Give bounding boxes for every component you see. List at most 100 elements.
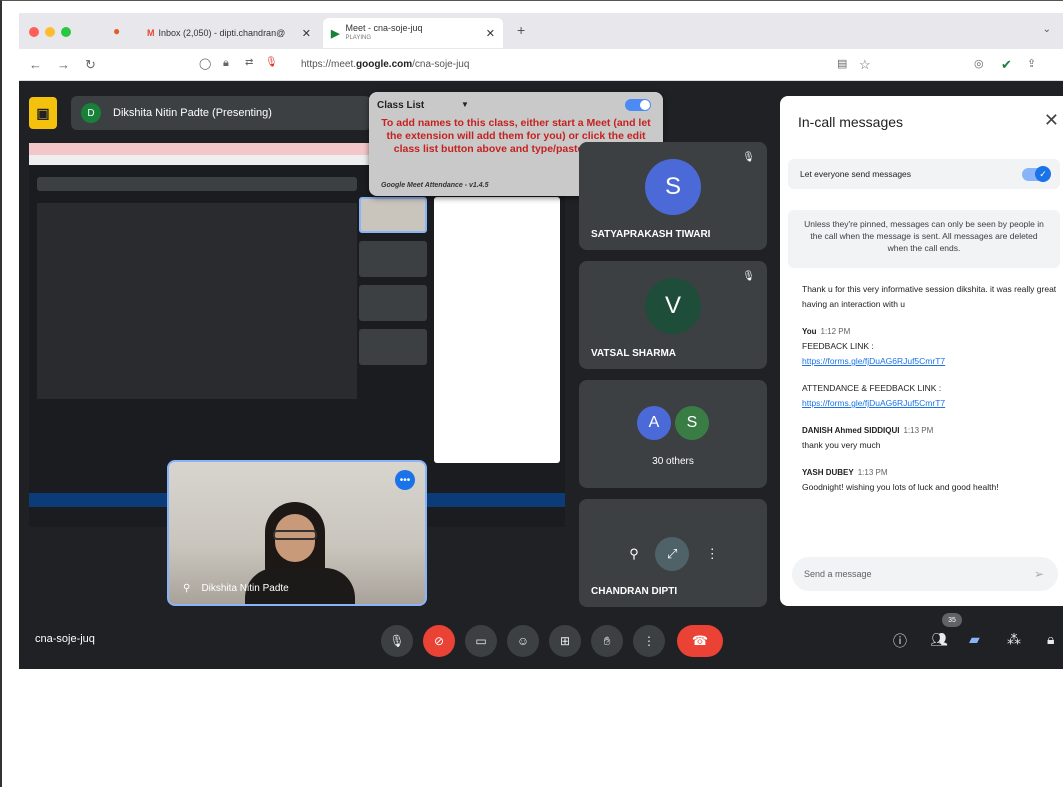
meet-window: ▣ D Dikshita Nitin Padte (Presenting) Cl… bbox=[19, 81, 1063, 669]
participant-tile[interactable]: ⚲ ⤢ ⋮ CHANDRAN DIPTI bbox=[579, 499, 767, 607]
browser-tab-bar: ● M Inbox (2,050) - dipti.chandran@ ✕ ▶ … bbox=[19, 13, 1063, 49]
chat-notice: Unless they're pinned, messages can only… bbox=[788, 210, 1060, 268]
reactions-button[interactable]: ☺ bbox=[507, 625, 539, 657]
back-icon[interactable]: ← bbox=[29, 57, 42, 72]
raise-hand-button[interactable]: ✋︎ bbox=[591, 625, 623, 657]
let-everyone-send-toggle[interactable] bbox=[1022, 166, 1051, 182]
let-everyone-send-row: Let everyone send messages bbox=[788, 159, 1060, 189]
permissions-icon[interactable]: ⇄ bbox=[245, 57, 253, 68]
class-list-dropdown-icon[interactable]: ▼ bbox=[461, 100, 469, 109]
participant-avatar: S bbox=[675, 406, 709, 441]
reader-view-icon[interactable]: ▤ bbox=[837, 57, 847, 70]
participant-tile[interactable]: 🎙︎ S SATYAPRAKASH TIWARI bbox=[579, 142, 767, 250]
participant-avatar: S bbox=[645, 159, 701, 216]
self-video-label: ⚲ Dikshita Nitin Padte bbox=[183, 583, 289, 594]
message-sender: YASH DUBEY 1:13 PM bbox=[802, 465, 1062, 480]
microphone-permission-icon[interactable]: 🎙︎ bbox=[265, 57, 278, 68]
participant-name: SATYAPRAKASH TIWARI bbox=[591, 229, 711, 240]
message-list: Thank u for this very informative sessio… bbox=[802, 282, 1062, 495]
self-video-tile[interactable]: ••• ⚲ Dikshita Nitin Padte bbox=[167, 460, 427, 606]
new-tab-button[interactable]: + bbox=[517, 22, 525, 38]
sender-name: YASH DUBEY bbox=[802, 468, 854, 477]
message-sender: DANISH Ahmed SIDDIQUI 1:13 PM bbox=[802, 423, 1062, 438]
camera-off-button[interactable]: ⊘ bbox=[423, 625, 455, 657]
lock-icon[interactable]: 🔒︎ bbox=[223, 57, 229, 70]
presenter-label: Dikshita Nitin Padte (Presenting) bbox=[113, 107, 272, 119]
pin-icon[interactable]: ⚲ bbox=[629, 546, 639, 562]
shared-self-thumb bbox=[359, 197, 427, 233]
shared-thumb bbox=[359, 241, 427, 277]
tab-inbox-label: Inbox (2,050) - dipti.chandran@ bbox=[158, 28, 286, 38]
send-message-input[interactable]: Send a message ➢ bbox=[792, 557, 1058, 591]
bookmark-star-icon[interactable]: ☆ bbox=[859, 57, 871, 73]
emoji-icon: ☺ bbox=[516, 634, 530, 648]
chat-icon[interactable]: ▰ bbox=[969, 631, 980, 648]
activities-icon[interactable]: ⁂ bbox=[1007, 631, 1021, 648]
shared-chat-panel bbox=[434, 197, 560, 463]
message-time: 1:12 PM bbox=[820, 327, 851, 336]
self-video-name: Dikshita Nitin Padte bbox=[201, 583, 289, 594]
participant-name: VATSAL SHARMA bbox=[591, 348, 676, 359]
class-list-toggle[interactable] bbox=[625, 99, 651, 111]
reload-icon[interactable]: ↻ bbox=[85, 57, 96, 73]
pin-icon[interactable]: ⚲ bbox=[183, 583, 190, 594]
message-text: thank you very much bbox=[802, 440, 881, 450]
captions-button[interactable]: ▭ bbox=[465, 625, 497, 657]
tab-meet[interactable]: ▶ Meet - cna-soje-juq PLAYING ✕ bbox=[323, 18, 503, 48]
class-list-footer: Google Meet Attendance - v1.4.5 bbox=[381, 182, 489, 189]
let-everyone-send-label: Let everyone send messages bbox=[800, 169, 912, 179]
close-icon[interactable]: ✕ bbox=[1044, 110, 1059, 131]
check-extension-icon[interactable]: ✔ bbox=[1001, 57, 1012, 73]
shared-presenter-banner bbox=[37, 177, 357, 191]
gmail-icon: M bbox=[147, 28, 155, 38]
muted-mic-icon: 🎙︎ bbox=[742, 271, 755, 282]
pocket-icon[interactable]: ◎ bbox=[974, 57, 984, 70]
close-tab-icon[interactable]: ✕ bbox=[486, 27, 495, 40]
participant-tile[interactable]: 🎙︎ V VATSAL SHARMA bbox=[579, 261, 767, 369]
present-screen-icon: ⊞ bbox=[559, 634, 571, 648]
focus-icon[interactable]: ⤢ bbox=[655, 537, 690, 571]
extensions-icon[interactable]: ⇪ bbox=[1027, 57, 1036, 70]
close-tab-icon[interactable]: ✕ bbox=[302, 27, 311, 40]
others-tile[interactable]: A S 30 others bbox=[579, 380, 767, 488]
close-window-button[interactable] bbox=[29, 27, 39, 37]
participant-name: CHANDRAN DIPTI bbox=[591, 586, 678, 597]
maximize-window-button[interactable] bbox=[61, 27, 71, 37]
more-options-icon[interactable]: ••• bbox=[395, 470, 415, 490]
participant-avatar: A bbox=[637, 406, 671, 441]
address-bar: ← → ↻ ◯ 🔒︎ ⇄ 🎙︎ https://meet.google.com/… bbox=[19, 49, 1063, 81]
chat-title: In-call messages bbox=[798, 114, 904, 130]
meet-icon: ▶ bbox=[331, 27, 340, 40]
tab-inbox[interactable]: M Inbox (2,050) - dipti.chandran@ ✕ bbox=[139, 18, 319, 48]
sender-name: DANISH Ahmed SIDDIQUI bbox=[802, 426, 900, 435]
minimize-window-button[interactable] bbox=[45, 27, 55, 37]
shared-main-content bbox=[37, 203, 357, 399]
more-options-icon[interactable]: ⋮ bbox=[706, 546, 719, 562]
message-link[interactable]: https://forms.gle/fjDuAG6RJuf5CmrT7 bbox=[802, 396, 1062, 411]
leave-call-button[interactable]: ☎ bbox=[677, 625, 723, 657]
more-options-button[interactable]: ⋮ bbox=[633, 625, 665, 657]
presenter-banner: D Dikshita Nitin Padte (Presenting) bbox=[71, 96, 371, 130]
microphone-button[interactable]: 🎙︎ bbox=[381, 625, 413, 657]
muted-mic-icon: 🎙︎ bbox=[742, 152, 755, 163]
hand-icon: ✋︎ bbox=[603, 633, 611, 648]
people-icon[interactable]: 👥︎ bbox=[930, 631, 948, 648]
host-controls-icon[interactable]: 🔒︎ bbox=[1047, 631, 1054, 648]
others-avatars: A S bbox=[637, 406, 709, 441]
message-text: Goodnight! wishing you lots of luck and … bbox=[802, 482, 999, 492]
self-video-person bbox=[245, 502, 355, 604]
send-icon[interactable]: ➢ bbox=[1034, 567, 1044, 581]
present-button[interactable]: ⊞ bbox=[549, 625, 581, 657]
message-sender: You 1:12 PM bbox=[802, 324, 1062, 339]
camera-off-icon: ⊘ bbox=[433, 634, 445, 648]
hang-up-icon: ☎ bbox=[691, 633, 709, 648]
tab-meet-label: Meet - cna-soje-juq bbox=[345, 23, 423, 33]
message-time: 1:13 PM bbox=[903, 426, 934, 435]
meeting-info-icon[interactable]: ⓘ bbox=[893, 631, 907, 651]
message-link[interactable]: https://forms.gle/fjDuAG6RJuf5CmrT7 bbox=[802, 354, 1062, 369]
firefox-icon[interactable]: ● bbox=[113, 24, 120, 38]
tab-list-chevron-icon[interactable]: ⌄ bbox=[1043, 24, 1051, 35]
shield-icon[interactable]: ◯ bbox=[199, 57, 211, 70]
url-field[interactable]: https://meet.google.com/cna-soje-juq bbox=[301, 59, 469, 70]
forward-icon[interactable]: → bbox=[57, 57, 70, 72]
